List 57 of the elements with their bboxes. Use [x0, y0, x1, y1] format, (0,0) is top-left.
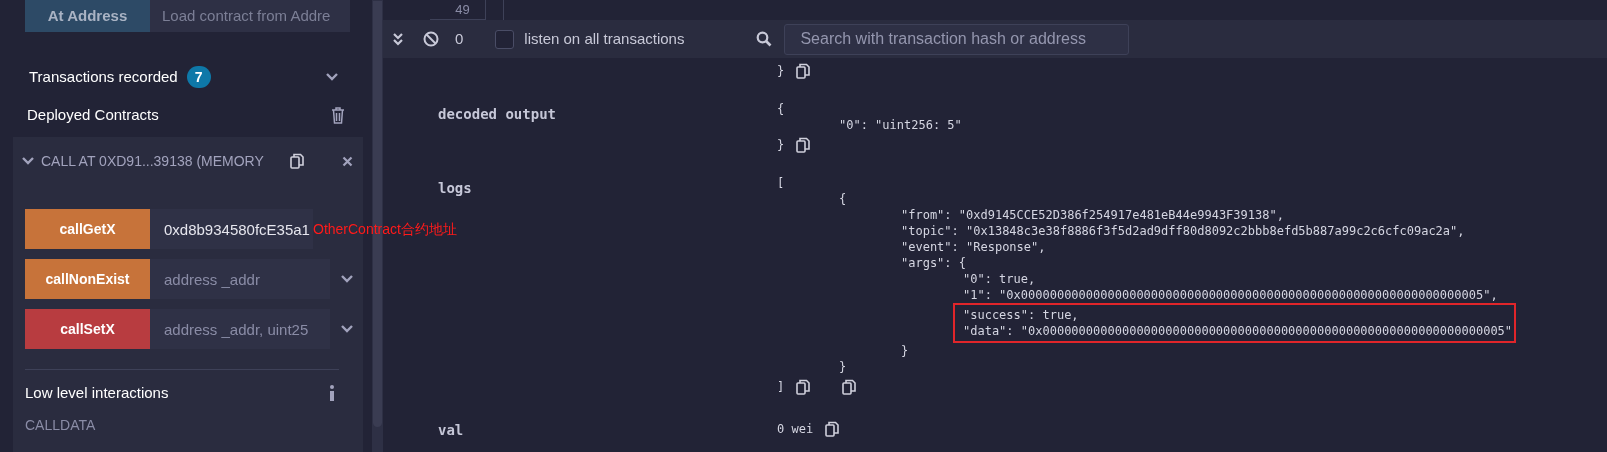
output-label: logs — [438, 180, 472, 196]
code-line: "data": "0x0000000000000000000000000000000000000000000000000000000000000005" — [963, 323, 1513, 340]
search-field[interactable]: Search with transaction hash or address — [784, 23, 1130, 55]
pending-count: 0 — [455, 28, 464, 49]
search-icon[interactable] — [756, 31, 773, 47]
code-line: "from": "0xd9145CCE52D386f254917e481eB44e9943F39138", — [900, 207, 1284, 224]
code-line: "success": true, — [963, 307, 1079, 324]
output-label: val — [438, 422, 464, 438]
code-line: "1": "0x0000000000000000000000000000000000000000000000000000000000000005", — [962, 287, 1498, 304]
contract-title: CALL AT 0XD91...39138 (MEMORY — [41, 151, 265, 171]
trash-icon[interactable] — [331, 106, 345, 124]
section-title: Deployed Contracts — [27, 104, 160, 125]
code-line: } — [777, 137, 785, 154]
code-line: "topic": "0x13848c3e38f8886f3f5d2ad9dff80d8092c2bbb8efd5b887a99c2c6cfc09ac2a", — [900, 223, 1465, 240]
ban-icon[interactable] — [423, 31, 439, 47]
function-button[interactable]: callGetX — [25, 209, 150, 249]
line-number: 49 — [454, 0, 470, 19]
chevron-down-icon[interactable] — [340, 274, 354, 284]
section-title: Low level interactions — [25, 383, 170, 403]
copy-icon[interactable] — [796, 379, 811, 395]
annotation-text: OtherContract合约地址 — [313, 219, 457, 239]
function-button[interactable]: callSetX — [25, 309, 150, 349]
chevron-down-icon[interactable] — [325, 72, 339, 82]
code-line: "args": { — [900, 255, 967, 272]
close-icon[interactable] — [342, 155, 353, 167]
code-line: [ — [777, 175, 785, 192]
address-field[interactable]: Load contract from Addre — [150, 0, 350, 32]
copy-icon[interactable] — [842, 379, 857, 395]
code-line: 0 wei — [777, 421, 814, 438]
copy-icon[interactable] — [825, 421, 840, 437]
calldata-label: CALLDATA — [25, 415, 97, 435]
section-title: Transactions recorded — [29, 66, 178, 87]
output-label: decoded output — [438, 106, 556, 122]
code-line: } — [777, 63, 785, 80]
argument-field[interactable]: address _addr — [150, 259, 330, 299]
copy-icon[interactable] — [796, 63, 811, 79]
code-line: "0": true, — [962, 271, 1036, 288]
code-line: "0": "uint256: 5" — [838, 117, 962, 134]
code-line: } — [900, 343, 909, 360]
info-icon[interactable] — [329, 385, 335, 402]
argument-field[interactable]: address _addr, uint25 — [150, 309, 330, 349]
chevron-down-icon[interactable] — [21, 156, 35, 166]
argument-field[interactable]: 0xd8b934580fcE35a1 — [150, 209, 313, 249]
code-line: ] — [777, 379, 785, 396]
code-line: { — [838, 191, 847, 208]
code-line: "event": "Response", — [900, 239, 1046, 256]
checkbox[interactable] — [495, 29, 515, 49]
copy-icon[interactable] — [796, 137, 811, 153]
listen-label: listen on all transactions — [524, 28, 685, 49]
count-badge: 7 — [186, 66, 211, 88]
chevron-down-icon[interactable] — [340, 324, 354, 334]
at-address-button[interactable]: At Address — [25, 0, 150, 32]
double-chevron-icon[interactable] — [392, 32, 404, 46]
function-button[interactable]: callNonExist — [25, 259, 150, 299]
code-line: } — [838, 359, 847, 376]
code-line: { — [777, 101, 785, 118]
copy-icon[interactable] — [290, 153, 304, 169]
